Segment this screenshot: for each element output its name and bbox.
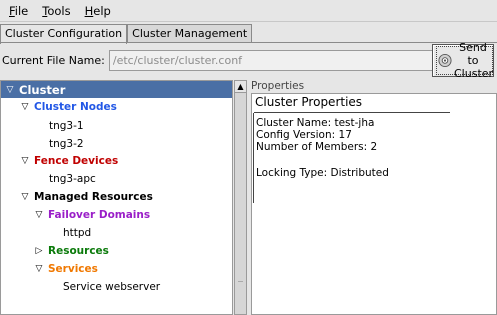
file-name-label: Current File Name: <box>2 53 105 67</box>
properties-panel: Cluster Properties Cluster Name: test-jh… <box>251 93 497 315</box>
expanded-triangle-icon[interactable]: ▽ <box>33 264 45 274</box>
menu-tools[interactable]: Tools <box>35 4 77 18</box>
tab-cluster-management[interactable]: Cluster Management <box>127 24 253 43</box>
tree-row-node[interactable]: tng3-2 <box>49 136 84 152</box>
property-config-version: Config Version: 17 <box>256 129 352 141</box>
tree-row-failover-domains[interactable]: ▽ Failover Domains <box>33 207 151 223</box>
pane-resize-grip[interactable] <box>238 281 243 295</box>
cluster-tree[interactable]: ▽ Cluster ▽ Cluster Nodes tng3-1 tng3-2 … <box>0 80 233 315</box>
tree-row-services[interactable]: ▽ Services <box>33 261 98 277</box>
properties-left-rule <box>253 113 254 203</box>
property-number-of-members: Number of Members: 2 <box>256 141 378 153</box>
properties-separator <box>254 112 450 113</box>
collapsed-triangle-icon[interactable]: ▷ <box>33 246 45 256</box>
expanded-triangle-icon[interactable]: ▽ <box>4 85 16 95</box>
tab-cluster-configuration[interactable]: Cluster Configuration <box>0 24 128 44</box>
expanded-triangle-icon[interactable]: ▽ <box>33 210 45 220</box>
file-name-row: Current File Name: <box>2 49 444 71</box>
vertical-scrollbar[interactable]: ▲ <box>234 80 247 315</box>
tree-row-fence-devices[interactable]: ▽ Fence Devices <box>19 153 119 169</box>
tab-bar: Cluster Configuration Cluster Management <box>0 24 253 44</box>
expanded-triangle-icon[interactable]: ▽ <box>19 156 31 166</box>
menu-help[interactable]: Help <box>78 4 118 18</box>
tree-row-resources[interactable]: ▷ Resources <box>33 243 109 259</box>
expanded-triangle-icon[interactable]: ▽ <box>19 192 31 202</box>
tree-row-managed-resources[interactable]: ▽ Managed Resources <box>19 189 153 205</box>
tab-divider <box>0 42 497 43</box>
tree-row-failover-domain[interactable]: httpd <box>63 225 91 241</box>
send-to-cluster-label: Send to Cluster <box>454 41 494 80</box>
file-name-field[interactable] <box>108 49 444 71</box>
properties-title: Cluster Properties <box>255 95 363 109</box>
scroll-up-icon[interactable]: ▲ <box>235 81 246 93</box>
menu-bar: File Tools Help <box>0 0 497 22</box>
tree-row-cluster-nodes[interactable]: ▽ Cluster Nodes <box>19 99 117 115</box>
property-cluster-name: Cluster Name: test-jha <box>256 117 375 129</box>
property-locking-type: Locking Type: Distributed <box>256 167 389 179</box>
expanded-triangle-icon[interactable]: ▽ <box>19 102 31 112</box>
tree-row-node[interactable]: tng3-1 <box>49 118 84 134</box>
tree-row-cluster[interactable]: ▽ Cluster <box>1 81 232 98</box>
tree-row-fence-device[interactable]: tng3-apc <box>49 171 96 187</box>
send-to-cluster-button[interactable]: Send to Cluster <box>432 41 494 80</box>
cluster-send-icon <box>438 53 452 68</box>
properties-section-label: Properties <box>251 80 305 92</box>
menu-file[interactable]: File <box>2 4 35 18</box>
send-to-cluster-focus: Send to Cluster <box>436 41 493 80</box>
tree-row-service[interactable]: Service webserver <box>63 279 160 295</box>
